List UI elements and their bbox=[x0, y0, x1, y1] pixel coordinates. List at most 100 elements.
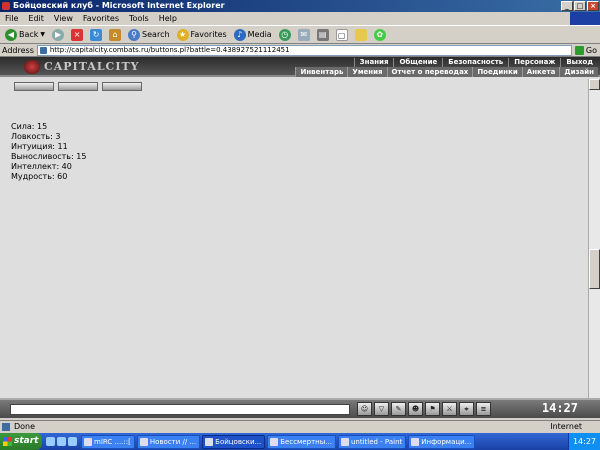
taskbar-item-info[interactable]: Информаци... bbox=[408, 434, 476, 449]
taskbar-item-combats[interactable]: Бойцовски... bbox=[202, 434, 266, 449]
menu-edit[interactable]: Edit bbox=[23, 12, 49, 25]
nav-character[interactable]: Персонаж bbox=[508, 58, 560, 67]
page-content: CAPITALCITY Знания Общение Безопасность … bbox=[0, 57, 600, 418]
mail-quicklaunch-icon[interactable] bbox=[68, 437, 77, 446]
nav-inventory[interactable]: Инвентарь bbox=[295, 67, 347, 77]
messenger-button[interactable]: ✿ bbox=[372, 27, 388, 43]
go-button[interactable]: Go bbox=[572, 45, 600, 55]
chevron-down-icon: ▼ bbox=[40, 31, 46, 38]
search-button[interactable]: ⚲ Search bbox=[126, 27, 171, 43]
edit-button[interactable]: ▢ bbox=[334, 27, 350, 43]
nav-transfers[interactable]: Отчет о переводах bbox=[386, 67, 473, 77]
status-text: Done bbox=[14, 422, 36, 431]
taskbar-item-paint[interactable]: untitled - Paint bbox=[337, 434, 407, 449]
filter-icon[interactable]: ▽ bbox=[374, 402, 389, 416]
window-title: Бойцовский клуб - Microsoft Internet Exp… bbox=[13, 1, 225, 10]
history-icon: ◷ bbox=[278, 28, 291, 41]
browser-window: Бойцовский клуб - Microsoft Internet Exp… bbox=[0, 0, 600, 450]
minimize-button[interactable]: _ bbox=[561, 1, 573, 11]
nav-knowledge[interactable]: Знания bbox=[353, 58, 394, 67]
address-input[interactable]: http://capitalcity.combats.ru/buttons.pl… bbox=[36, 44, 572, 56]
quick-launch bbox=[42, 437, 81, 446]
move-icon[interactable]: ⚑ bbox=[425, 402, 440, 416]
taskbar-item-mirc[interactable]: mIRC ....::[ bbox=[81, 434, 135, 449]
bottom-actions: ☺ ▽ ✎ ☻ ⚑ ⚔ ⌖ ≡ bbox=[357, 402, 491, 416]
system-tray-clock: 14:27 bbox=[567, 433, 600, 450]
discuss-button[interactable] bbox=[353, 27, 369, 43]
log-scrollbar[interactable] bbox=[588, 79, 600, 418]
nav-design[interactable]: Дизайн bbox=[559, 67, 598, 77]
go-arrow-icon bbox=[574, 45, 584, 55]
refresh-button[interactable]: ↻ bbox=[88, 27, 104, 43]
equipment-slot[interactable] bbox=[102, 82, 142, 91]
mail-icon: ✉ bbox=[297, 28, 310, 41]
media-button[interactable]: ♪ Media bbox=[232, 27, 274, 43]
page-icon: ▢ bbox=[335, 28, 348, 41]
address-label: Address bbox=[2, 45, 34, 55]
windows-logo-icon bbox=[570, 12, 600, 25]
refresh-icon: ↻ bbox=[90, 28, 103, 41]
close-button[interactable]: × bbox=[587, 1, 599, 11]
stat-agility: Ловкость: 3 bbox=[11, 132, 61, 141]
chat-input[interactable] bbox=[10, 404, 350, 415]
battle-log bbox=[160, 79, 588, 418]
taskbar: start mIRC ....::[ Новости // ... Бойцов… bbox=[0, 433, 600, 450]
game-bottom-bar: ☺ ▽ ✎ ☻ ⚑ ⚔ ⌖ ≡ 14:27 bbox=[0, 398, 600, 418]
clear-icon[interactable]: ✎ bbox=[391, 402, 406, 416]
media-icon: ♪ bbox=[233, 28, 246, 41]
maximize-button[interactable]: □ bbox=[574, 1, 586, 11]
print-button[interactable]: ▤ bbox=[315, 27, 331, 43]
desktop-quicklaunch-icon[interactable] bbox=[57, 437, 66, 446]
nav-profile[interactable]: Анкета bbox=[521, 67, 560, 77]
messenger-icon: ✿ bbox=[373, 28, 386, 41]
start-button[interactable]: start bbox=[0, 433, 42, 450]
scroll-up-button[interactable] bbox=[589, 79, 600, 90]
mail-button[interactable]: ✉ bbox=[296, 27, 312, 43]
scroll-icon[interactable]: ≡ bbox=[476, 402, 491, 416]
equipment-slot[interactable] bbox=[14, 82, 54, 91]
stop-button[interactable]: × bbox=[69, 27, 85, 43]
home-button[interactable]: ⌂ bbox=[107, 27, 123, 43]
nav-fights[interactable]: Поединки bbox=[472, 67, 521, 77]
site-logo: CAPITALCITY bbox=[22, 60, 152, 74]
sub-nav: Инвентарь Умения Отчет о переводах Поеди… bbox=[295, 67, 598, 77]
menu-file[interactable]: File bbox=[0, 12, 23, 25]
fight-icon[interactable]: ⚔ bbox=[442, 402, 457, 416]
menu-view[interactable]: View bbox=[49, 12, 78, 25]
equipment-slot[interactable] bbox=[58, 82, 98, 91]
top-nav: Знания Общение Безопасность Персонаж Вых… bbox=[353, 58, 598, 67]
history-button[interactable]: ◷ bbox=[277, 27, 293, 43]
site-header: CAPITALCITY Знания Общение Безопасность … bbox=[0, 57, 600, 77]
star-icon: ★ bbox=[176, 28, 189, 41]
status-bar: Done Internet bbox=[0, 420, 600, 432]
ie-quicklaunch-icon[interactable] bbox=[46, 437, 55, 446]
stat-wisdom: Мудрость: 60 bbox=[11, 172, 68, 181]
scroll-thumb[interactable] bbox=[589, 249, 600, 289]
favorites-button[interactable]: ★ Favorites bbox=[175, 27, 229, 43]
nav-skills[interactable]: Умения bbox=[347, 67, 386, 77]
menu-bar: File Edit View Favorites Tools Help bbox=[0, 12, 600, 25]
home-icon: ⌂ bbox=[109, 28, 122, 41]
stat-endurance: Выносливость: 15 bbox=[11, 152, 87, 161]
taskbar-item-immortals[interactable]: Бессмертны... bbox=[267, 434, 336, 449]
people-icon[interactable]: ☻ bbox=[408, 402, 423, 416]
internet-zone: Internet bbox=[550, 422, 582, 431]
menu-tools[interactable]: Tools bbox=[124, 12, 154, 25]
forward-button[interactable]: ▶ bbox=[50, 27, 66, 43]
nav-communication[interactable]: Общение bbox=[393, 58, 442, 67]
toolbar: ◀ Back ▼ ▶ × ↻ ⌂ ⚲ Search ★ Favorites ♪ … bbox=[0, 25, 600, 44]
smile-icon[interactable]: ☺ bbox=[357, 402, 372, 416]
back-button[interactable]: ◀ Back ▼ bbox=[3, 27, 47, 43]
ie-app-icon bbox=[2, 2, 10, 10]
map-icon[interactable]: ⌖ bbox=[459, 402, 474, 416]
character-panel: Сила: 15 Ловкость: 3 Интуиция: 11 Выносл… bbox=[0, 79, 160, 418]
nav-exit[interactable]: Выход bbox=[560, 58, 598, 67]
menu-favorites[interactable]: Favorites bbox=[78, 12, 124, 25]
menu-help[interactable]: Help bbox=[154, 12, 182, 25]
taskbar-item-news[interactable]: Новости // ... bbox=[136, 434, 201, 449]
nav-security[interactable]: Безопасность bbox=[442, 58, 508, 67]
forward-arrow-icon: ▶ bbox=[52, 28, 65, 41]
print-icon: ▤ bbox=[316, 28, 329, 41]
folder-icon bbox=[354, 28, 367, 41]
address-bar: Address http://capitalcity.combats.ru/bu… bbox=[0, 44, 600, 57]
